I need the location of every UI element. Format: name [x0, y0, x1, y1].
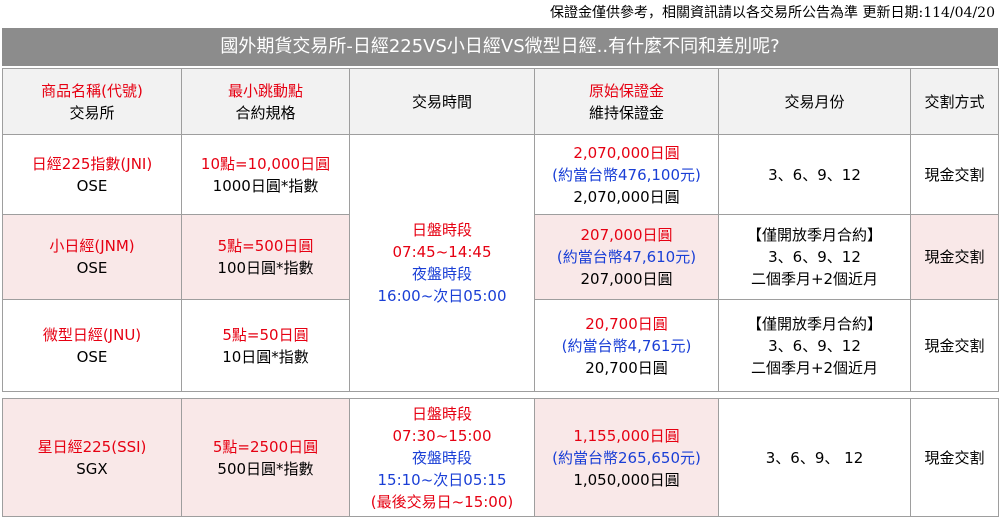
exchange-name: OSE — [76, 259, 108, 277]
header-exchange-label: 交易所 — [69, 103, 115, 122]
quarterly-only-note: 【僅開放季月合約】 — [746, 226, 882, 244]
contract-spec: 10日圓*指數 — [222, 347, 309, 366]
product-name: 星日經225(SSI) — [37, 437, 147, 456]
trading-months: 3、6、9、 12 — [765, 448, 864, 467]
trading-months: 3、6、9、12 — [768, 165, 861, 184]
tick-value: 5點=50日圓 — [222, 325, 309, 344]
margin-twd: (約當台幣47,610元) — [556, 248, 697, 266]
night-session-label: 夜盤時段 — [411, 448, 472, 467]
header-tick-label: 最小跳動點 — [227, 81, 303, 100]
maintenance-margin: 207,000日圓 — [580, 270, 673, 288]
initial-margin: 207,000日圓 — [580, 226, 673, 244]
months-cell: 【僅開放季月合約】 3、6、9、12 二個季月+2個近月 — [718, 299, 911, 392]
maintenance-margin: 20,700日圓 — [585, 358, 668, 377]
product-cell: 日經225指數(JNI) OSE — [2, 134, 182, 215]
header-settle: 交割方式 — [910, 68, 999, 135]
product-name: 日經225指數(JNI) — [31, 154, 153, 173]
quarterly-only-note: 【僅開放季月合約】 — [746, 314, 882, 333]
header-maint-label: 維持保證金 — [588, 103, 664, 122]
last-trading-day-time: (最後交易日~15:00) — [370, 492, 514, 511]
page-title: 國外期貨交易所-日經225VS小日經VS微型日經..有什麼不同和差別呢? — [2, 28, 998, 66]
contract-spec: 100日圓*指數 — [217, 259, 314, 277]
exchange-name: OSE — [76, 176, 108, 195]
tick-value: 10點=10,000日圓 — [200, 154, 331, 173]
day-session-label: 日盤時段 — [411, 404, 472, 423]
months-cell: 【僅開放季月合約】 3、6、9、12 二個季月+2個近月 — [718, 214, 911, 300]
table-row: 星日經225(SSI) SGX 5點=2500日圓 500日圓*指數 日盤時段 … — [2, 398, 999, 517]
day-session-label: 日盤時段 — [411, 221, 472, 239]
header-hours: 交易時間 — [349, 68, 535, 135]
header-row: 商品名稱(代號) 交易所 最小跳動點 合約規格 交易時間 原始保證金 維持保證金… — [2, 68, 999, 135]
header-margin-label: 原始保證金 — [588, 81, 664, 100]
tick-cell: 5點=2500日圓 500日圓*指數 — [181, 398, 350, 517]
header-spec-label: 合約規格 — [235, 103, 296, 122]
margin-cell: 2,070,000日圓 (約當台幣476,100元) 2,070,000日圓 — [534, 134, 719, 215]
header-months: 交易月份 — [718, 68, 911, 135]
page: 保證金僅供參考，相關資訊請以各交易所公告為準 更新日期:114/04/20 國外… — [0, 0, 1000, 517]
product-cell: 小日經(JNM) OSE — [2, 214, 182, 300]
exchange-name: SGX — [76, 459, 108, 478]
maintenance-margin: 2,070,000日圓 — [573, 187, 680, 206]
initial-margin: 20,700日圓 — [585, 314, 668, 333]
months-cell: 3、6、9、12 — [718, 134, 911, 215]
product-cell: 微型日經(JNU) OSE — [2, 299, 182, 392]
header-tick: 最小跳動點 合約規格 — [181, 68, 350, 135]
tick-cell: 10點=10,000日圓 1000日圓*指數 — [181, 134, 350, 215]
settle-cell: 現金交割 — [910, 398, 999, 517]
night-session-time: 15:10~次日05:15 — [377, 470, 507, 489]
tick-cell: 5點=500日圓 100日圓*指數 — [181, 214, 350, 300]
contract-spec: 1000日圓*指數 — [212, 176, 319, 195]
margin-twd: (約當台幣265,650元) — [552, 448, 701, 467]
table-row: 日經225指數(JNI) OSE 10點=10,000日圓 1000日圓*指數 … — [2, 134, 999, 392]
margin-cell: 1,155,000日圓 (約當台幣265,650元) 1,050,000日圓 — [534, 398, 719, 517]
margin-cell: 20,700日圓 (約當台幣4,761元) 20,700日圓 — [534, 299, 719, 392]
day-session-time: 07:30~15:00 — [392, 426, 492, 445]
initial-margin: 1,155,000日圓 — [573, 426, 680, 445]
night-session-label: 夜盤時段 — [411, 265, 472, 283]
tick-value: 5點=2500日圓 — [212, 437, 319, 456]
initial-margin: 2,070,000日圓 — [573, 143, 680, 162]
settle-cell: 現金交割 — [910, 299, 999, 392]
months-extra: 二個季月+2個近月 — [750, 270, 879, 288]
tick-cell: 5點=50日圓 10日圓*指數 — [181, 299, 350, 392]
months-extra: 二個季月+2個近月 — [750, 358, 879, 377]
exchange-name: OSE — [76, 347, 108, 366]
settle-cell: 現金交割 — [910, 134, 999, 215]
header-product: 商品名稱(代號) 交易所 — [2, 68, 182, 135]
disclaimer-note: 保證金僅供參考，相關資訊請以各交易所公告為準 更新日期:114/04/20 — [550, 5, 995, 21]
margin-twd: (約當台幣4,761元) — [561, 336, 692, 355]
section-gap — [2, 391, 999, 399]
ose-hours-cell: 日盤時段 07:45~14:45 夜盤時段 16:00~次日05:00 — [349, 134, 535, 392]
margin-cell: 207,000日圓 (約當台幣47,610元) 207,000日圓 — [534, 214, 719, 300]
maintenance-margin: 1,050,000日圓 — [573, 470, 680, 489]
header-margin: 原始保證金 維持保證金 — [534, 68, 719, 135]
header-product-label: 商品名稱(代號) — [41, 81, 143, 100]
margin-twd: (約當台幣476,100元) — [552, 165, 701, 184]
settle-cell: 現金交割 — [910, 214, 999, 300]
night-session-time: 16:00~次日05:00 — [377, 287, 507, 305]
trading-months: 3、6、9、12 — [768, 336, 861, 355]
product-cell: 星日經225(SSI) SGX — [2, 398, 182, 517]
product-name: 小日經(JNM) — [49, 237, 135, 255]
months-cell: 3、6、9、 12 — [718, 398, 911, 517]
contract-spec: 500日圓*指數 — [217, 459, 314, 478]
comparison-table: 商品名稱(代號) 交易所 最小跳動點 合約規格 交易時間 原始保證金 維持保證金… — [2, 68, 999, 517]
day-session-time: 07:45~14:45 — [392, 243, 492, 261]
sgx-hours-cell: 日盤時段 07:30~15:00 夜盤時段 15:10~次日05:15 (最後交… — [349, 398, 535, 517]
trading-months: 3、6、9、12 — [768, 248, 861, 266]
tick-value: 5點=500日圓 — [217, 237, 314, 255]
product-name: 微型日經(JNU) — [42, 325, 142, 344]
